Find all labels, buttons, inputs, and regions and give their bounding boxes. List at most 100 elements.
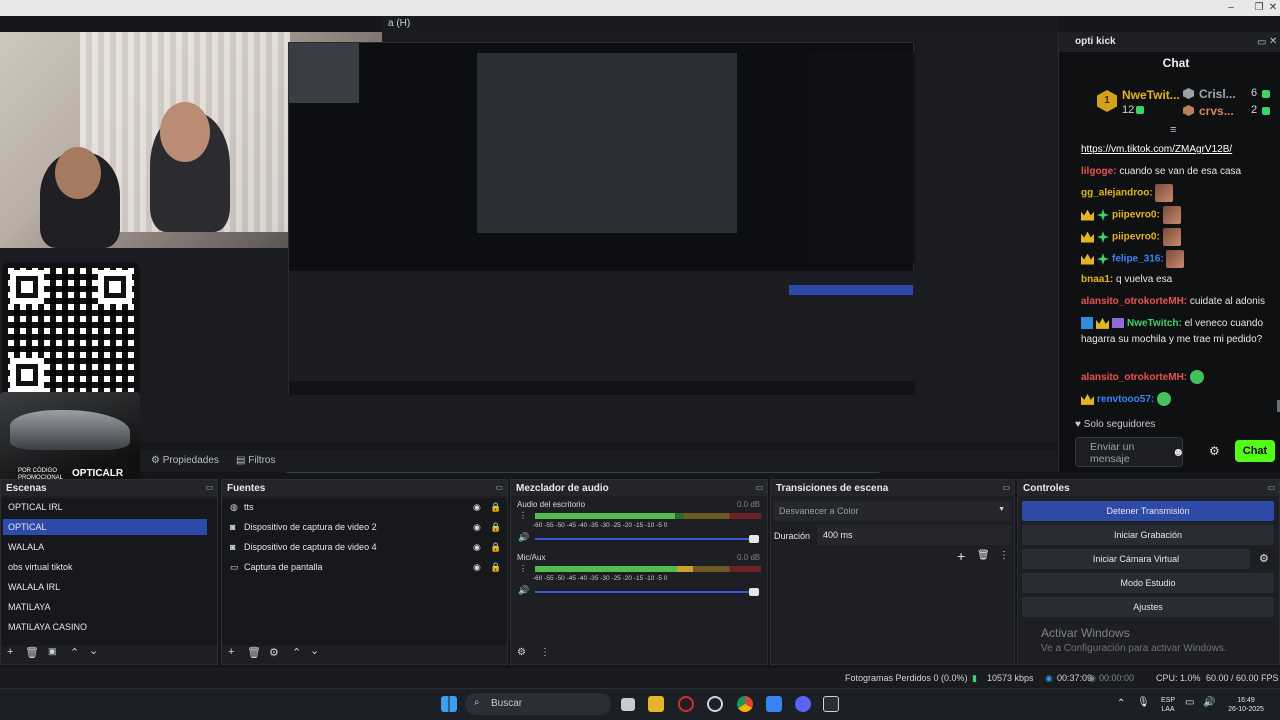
close-dock-icon[interactable]: ✕ xyxy=(1269,36,1277,47)
start-recording-button[interactable]: Iniciar Grabación xyxy=(1022,525,1274,545)
kebab-menu-icon[interactable]: ⋮ xyxy=(540,647,550,658)
chat-username[interactable]: renvtooo57: xyxy=(1097,394,1154,405)
chat-username[interactable]: felipe_316: xyxy=(1112,254,1164,265)
leader-3-name[interactable]: crvs... xyxy=(1199,104,1234,118)
source-item[interactable]: ▭ Captura de pantalla xyxy=(228,560,488,576)
chevron-up-icon[interactable]: ⌃ xyxy=(1117,698,1125,709)
eye-icon[interactable]: ◉ xyxy=(473,562,481,573)
discord-icon[interactable] xyxy=(795,696,811,712)
filter-icon[interactable]: ▣ xyxy=(48,646,57,657)
volume-slider-knob[interactable] xyxy=(749,535,759,543)
facebook-icon[interactable] xyxy=(766,696,782,712)
move-up-icon[interactable]: ⌃ xyxy=(292,646,301,659)
filters-button[interactable]: ▤ Filtros xyxy=(236,455,275,466)
chat-settings-icon[interactable]: ⚙ xyxy=(1209,444,1220,458)
stop-streaming-button[interactable]: Detener Transmisión xyxy=(1022,501,1274,521)
chat-message-input[interactable]: Enviar un mensaje xyxy=(1075,437,1183,467)
taskbar-search[interactable]: ⌕ Buscar xyxy=(465,693,611,715)
kebab-menu-icon[interactable]: ⋮ xyxy=(519,564,527,573)
source-item[interactable]: ◙ Dispositivo de captura de video 4 xyxy=(228,540,488,556)
move-down-icon[interactable]: ⌄ xyxy=(310,644,319,657)
close-button[interactable]: ✕ xyxy=(1260,0,1280,16)
volume-slider-knob[interactable] xyxy=(749,588,759,596)
scene-item-selected[interactable]: OPTICAL xyxy=(3,519,207,535)
eye-icon[interactable]: ◉ xyxy=(473,502,481,513)
studio-mode-button[interactable]: Modo Estudio xyxy=(1022,573,1274,593)
lock-icon[interactable]: 🔒 xyxy=(490,522,501,533)
duration-input[interactable]: 400 ms xyxy=(817,525,1011,545)
task-view-icon[interactable] xyxy=(621,698,635,711)
float-icon[interactable]: ▭ xyxy=(1257,37,1266,48)
trash-icon[interactable]: 🗑 xyxy=(977,550,990,561)
leader-1-name[interactable]: NweTwit... xyxy=(1122,88,1180,102)
lock-icon[interactable]: 🔒 xyxy=(490,502,501,513)
volume-slider[interactable] xyxy=(535,538,757,540)
opera-icon[interactable] xyxy=(678,696,694,712)
add-icon[interactable]: + xyxy=(957,548,965,564)
scene-item[interactable]: obs virtual tiktok xyxy=(3,559,207,575)
chat-username[interactable]: alansito_otrokorteMH: xyxy=(1081,372,1187,383)
chat-username[interactable]: NweTwitch: xyxy=(1127,318,1182,329)
chat-username[interactable]: alansito_otrokorteMH: xyxy=(1081,296,1187,307)
chat-username[interactable]: bnaa1: xyxy=(1081,274,1113,285)
preview-canvas[interactable]: POR CÓDIGO PROMOCIONAL OPTICALR ▼ xyxy=(0,32,1058,500)
volume-slider[interactable] xyxy=(535,591,757,593)
trash-icon[interactable]: 🗑 xyxy=(247,646,261,659)
cpu-usage: CPU: 1.0% xyxy=(1156,673,1201,683)
chrome-icon[interactable] xyxy=(737,696,753,712)
add-icon[interactable]: + xyxy=(7,646,13,658)
eye-icon[interactable]: ◉ xyxy=(473,522,481,533)
lock-icon[interactable]: 🔒 xyxy=(490,562,501,573)
leader-2-name[interactable]: Crisl... xyxy=(1199,87,1236,101)
properties-button[interactable]: ⚙ Propiedades xyxy=(151,455,219,466)
trash-icon[interactable]: 🗑 xyxy=(25,646,39,659)
network-icon[interactable]: ▭ xyxy=(1185,697,1194,708)
expand-leaderboard-icon[interactable]: ≡ xyxy=(1170,124,1176,136)
float-icon[interactable]: ▭ xyxy=(1002,483,1010,492)
scene-item[interactable]: WALALA xyxy=(3,539,207,555)
move-up-icon[interactable]: ⌃ xyxy=(70,646,79,659)
message-link[interactable]: https://vm.tiktok.com/ZMAgrV12B/ xyxy=(1081,144,1232,155)
file-explorer-icon[interactable] xyxy=(648,696,664,712)
float-icon[interactable]: ▭ xyxy=(205,483,213,492)
scene-item[interactable]: OPTICAL IRL xyxy=(3,499,207,515)
float-icon[interactable]: ▭ xyxy=(755,483,763,492)
add-icon[interactable]: + xyxy=(228,646,234,658)
source-item[interactable]: ◍ tts xyxy=(228,500,488,516)
volume-icon[interactable]: 🔊 xyxy=(1203,697,1215,708)
speaker-icon[interactable]: 🔊 xyxy=(518,585,529,596)
chat-username[interactable]: piipevro0: xyxy=(1112,232,1160,243)
chat-send-button[interactable]: Chat xyxy=(1235,440,1275,462)
chat-username[interactable]: piipevro0: xyxy=(1112,210,1160,221)
kebab-menu-icon[interactable]: ⋮ xyxy=(999,550,1009,561)
settings-button[interactable]: Ajustes xyxy=(1022,597,1274,617)
microphone-icon[interactable]: 🎙 xyxy=(1137,697,1150,708)
windows-start-icon[interactable] xyxy=(441,696,457,712)
transition-select[interactable]: Desvanecer a Color ▼ xyxy=(773,501,1011,521)
clock[interactable]: 16:49 26-10-2025 xyxy=(1222,696,1270,714)
float-icon[interactable]: ▭ xyxy=(1267,483,1275,492)
move-down-icon[interactable]: ⌄ xyxy=(89,644,98,657)
gear-icon[interactable]: ⚙ xyxy=(269,646,279,659)
chat-username[interactable]: lilgoge: xyxy=(1081,166,1117,177)
sources-title: Fuentes xyxy=(222,480,507,496)
epic-games-icon[interactable] xyxy=(823,696,839,712)
chat-username[interactable]: gg_alejandroo: xyxy=(1081,188,1153,199)
emoji-icon[interactable]: ☻ xyxy=(1172,445,1185,459)
advanced-audio-icon[interactable]: ⚙ xyxy=(517,647,526,658)
kebab-menu-icon[interactable]: ⋮ xyxy=(519,511,527,520)
eye-icon[interactable]: ◉ xyxy=(473,542,481,553)
menu-bar[interactable]: a (H) xyxy=(382,16,1058,32)
input-language[interactable]: ESP LAA xyxy=(1158,696,1178,714)
scene-item[interactable]: WALALA IRL xyxy=(3,579,207,595)
scene-item[interactable]: MATILAYA CASINO xyxy=(3,619,207,635)
float-icon[interactable]: ▭ xyxy=(495,483,503,492)
scene-item[interactable]: MATILAYA xyxy=(3,599,207,615)
obs-icon[interactable] xyxy=(707,696,723,712)
lock-icon[interactable]: 🔒 xyxy=(490,542,501,553)
source-item[interactable]: ◙ Dispositivo de captura de video 2 xyxy=(228,520,488,536)
minimize-button[interactable]: – xyxy=(1218,0,1244,16)
start-virtual-camera-button[interactable]: Iniciar Cámara Virtual xyxy=(1022,549,1250,569)
speaker-icon[interactable]: 🔊 xyxy=(518,532,529,543)
virtual-camera-settings-icon[interactable]: ⚙ xyxy=(1259,552,1269,565)
